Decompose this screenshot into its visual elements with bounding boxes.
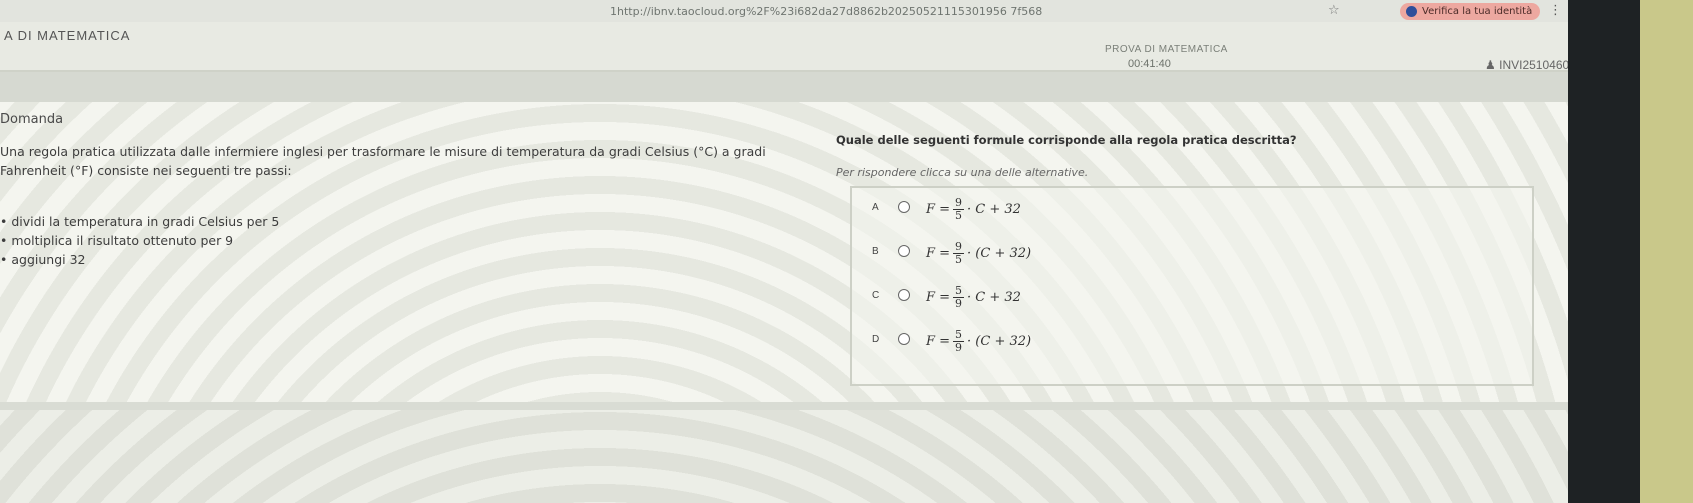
radio-button[interactable] (898, 289, 910, 301)
formula: F = 9 5 · (C + 32) (926, 238, 1031, 268)
app-header: A DI MATEMATICA PROVA DI MATEMATICA 00:4… (0, 22, 1604, 72)
formula-suffix: · C + 32 (967, 201, 1021, 217)
list-item: moltiplica il risultato ottenuto per 9 (0, 231, 279, 250)
option-letter: B (872, 246, 879, 257)
test-title: PROVA DI MATEMATICA (1105, 44, 1228, 55)
option-b[interactable]: B F = 9 5 · (C + 32) (872, 236, 1512, 276)
radio-button[interactable] (898, 201, 910, 213)
formula-prefix: F = (926, 289, 951, 305)
fraction-denominator: 5 (955, 252, 963, 266)
formula-suffix: · (C + 32) (967, 245, 1032, 261)
lower-area (0, 410, 1568, 503)
star-icon[interactable]: ☆ (1328, 3, 1340, 18)
user-icon: ♟ (1485, 58, 1496, 72)
formula-suffix: · (C + 32) (967, 333, 1032, 349)
monitor-bezel (1568, 0, 1640, 503)
answers-box: A F = 9 5 · C + 32 B F = 9 5 · (C + 32) (850, 186, 1534, 386)
fraction-denominator: 9 (955, 296, 963, 310)
fraction: 5 9 (953, 283, 965, 310)
formula: F = 9 5 · C + 32 (926, 194, 1021, 224)
fraction: 9 5 (953, 239, 965, 266)
verify-identity-label: Verifica la tua identità (1422, 6, 1533, 17)
address-bar[interactable]: 1http://ibnv.taocloud.org%2F%23i682da27d… (610, 5, 1042, 18)
answer-panel: Quale delle seguenti formule corrisponde… (826, 128, 1534, 388)
sub-toolbar (0, 72, 1568, 102)
steps-list: dividi la temperatura in gradi Celsius p… (0, 212, 279, 269)
option-letter: A (872, 202, 879, 213)
stem-line-1: Una regola pratica utilizzata dalle infe… (0, 144, 766, 159)
stem-line-2: Fahrenheit (°F) consiste nei seguenti tr… (0, 163, 292, 178)
fraction-numerator: 5 (953, 327, 965, 342)
fraction: 9 5 (953, 195, 965, 222)
formula: F = 5 9 · C + 32 (926, 282, 1021, 312)
option-letter: D (872, 334, 880, 345)
radio-button[interactable] (898, 333, 910, 345)
formula-prefix: F = (926, 333, 951, 349)
fraction-numerator: 9 (953, 195, 965, 210)
list-item: aggiungi 32 (0, 250, 279, 269)
background-wall (1640, 0, 1693, 503)
fraction-numerator: 5 (953, 283, 965, 298)
option-c[interactable]: C F = 5 9 · C + 32 (872, 280, 1512, 320)
list-item: dividi la temperatura in gradi Celsius p… (0, 212, 279, 231)
option-letter: C (872, 290, 880, 301)
question-stem: Una regola pratica utilizzata dalle infe… (0, 142, 820, 180)
browser-toolbar: 1http://ibnv.taocloud.org%2F%23i682da27d… (0, 0, 1568, 23)
verify-identity-button[interactable]: Verifica la tua identità (1400, 3, 1540, 20)
fraction-numerator: 9 (953, 239, 965, 254)
formula-suffix: · C + 32 (967, 289, 1021, 305)
option-a[interactable]: A F = 9 5 · C + 32 (872, 192, 1512, 232)
app-title: A DI MATEMATICA (4, 28, 131, 43)
fraction: 5 9 (953, 327, 965, 354)
formula-prefix: F = (926, 245, 951, 261)
fraction-denominator: 5 (955, 208, 963, 222)
question-prompt: Quale delle seguenti formule corrisponde… (836, 133, 1297, 147)
formula: F = 5 9 · (C + 32) (926, 326, 1031, 356)
option-d[interactable]: D F = 5 9 · (C + 32) (872, 324, 1512, 364)
formula-prefix: F = (926, 201, 951, 217)
identity-icon (1406, 6, 1417, 17)
timer: 00:41:40 (1128, 58, 1171, 70)
fraction-denominator: 9 (955, 340, 963, 354)
section-label: Domanda (0, 112, 64, 127)
more-menu-icon[interactable]: ⋮ (1549, 3, 1562, 18)
instruction-text: Per rispondere clicca su una delle alter… (836, 166, 1089, 179)
radio-button[interactable] (898, 245, 910, 257)
